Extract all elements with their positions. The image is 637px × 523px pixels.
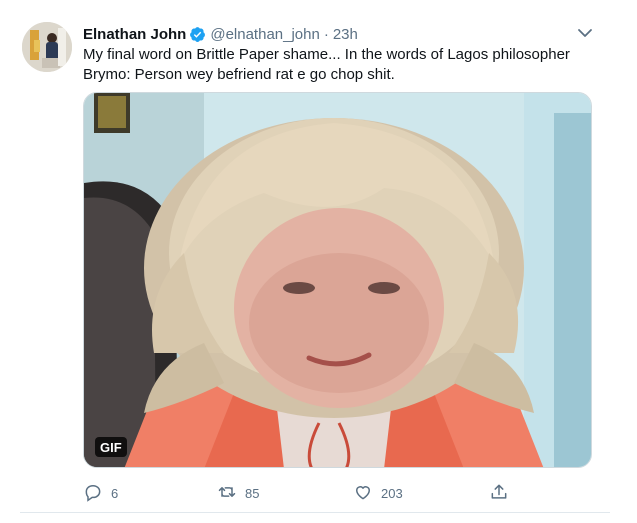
reply-count: 6 <box>111 486 119 501</box>
timestamp[interactable]: 23h <box>333 26 358 43</box>
retweet-icon <box>217 482 237 505</box>
retweet-count: 85 <box>245 486 260 501</box>
author-handle[interactable]: @elnathan_john <box>210 26 319 43</box>
tweet-header: Elnathan John @elnathan_john · 23h <box>83 24 358 44</box>
tweet-media-gif[interactable]: GIF <box>83 92 592 468</box>
reply-button[interactable]: 6 <box>83 482 118 505</box>
avatar[interactable] <box>22 22 72 72</box>
tweet-text: My final word on Brittle Paper shame... … <box>83 46 570 83</box>
bottom-divider <box>20 512 610 513</box>
reply-icon <box>83 482 103 505</box>
tweet-actions: 6 85 203 <box>83 482 603 504</box>
share-button[interactable] <box>489 482 509 505</box>
like-button[interactable]: 203 <box>353 482 403 505</box>
author-name[interactable]: Elnathan John <box>83 26 186 43</box>
tweet-card[interactable]: Elnathan John @elnathan_john · 23h My fi… <box>0 0 637 523</box>
share-icon <box>489 482 509 505</box>
heart-icon <box>353 482 373 505</box>
verified-badge-icon <box>189 26 206 43</box>
retweet-button[interactable]: 85 <box>217 482 259 505</box>
gif-badge: GIF <box>95 437 127 457</box>
separator-dot: · <box>323 25 329 43</box>
chevron-down-icon[interactable] <box>574 22 596 44</box>
like-count: 203 <box>381 486 403 501</box>
